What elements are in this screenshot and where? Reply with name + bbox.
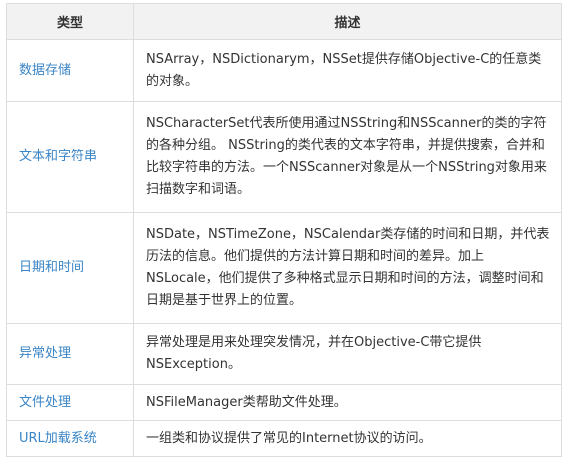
table-row: 文本和字符串 NSCharacterSet代表所使用通过NSString和NSS… xyxy=(6,101,562,213)
table-row: 数据存储 NSArray，NSDictionarym，NSSet提供存储Obje… xyxy=(6,39,562,102)
type-link[interactable]: 异常处理 xyxy=(6,323,134,385)
type-link[interactable]: 数据存储 xyxy=(6,39,134,102)
description-text: NSCharacterSet代表所使用通过NSString和NSScanner的… xyxy=(133,101,562,213)
description-text: NSDate，NSTimeZone，NSCalendar类存储的时间和日期，并代… xyxy=(133,212,562,324)
header-description: 描述 xyxy=(133,3,562,40)
description-text: NSFileManager类帮助文件处理。 xyxy=(133,384,562,421)
type-link[interactable]: 文本和字符串 xyxy=(6,101,134,213)
foundation-classes-table: 类型 描述 数据存储 NSArray，NSDictionarym，NSSet提供… xyxy=(6,3,562,457)
table-row: 异常处理 异常处理是用来处理突发情况，并在Objective-C带它提供NSEx… xyxy=(6,323,562,385)
description-text: 一组类和协议提供了常见的Internet协议的访问。 xyxy=(133,420,562,457)
header-type: 类型 xyxy=(6,3,134,40)
type-link[interactable]: 日期和时间 xyxy=(6,212,134,324)
table-row: 日期和时间 NSDate，NSTimeZone，NSCalendar类存储的时间… xyxy=(6,212,562,324)
description-text: 异常处理是用来处理突发情况，并在Objective-C带它提供NSExcepti… xyxy=(133,323,562,385)
type-link[interactable]: URL加载系统 xyxy=(6,420,134,457)
table-header-row: 类型 描述 xyxy=(6,3,562,40)
table-row: URL加载系统 一组类和协议提供了常见的Internet协议的访问。 xyxy=(6,420,562,457)
type-link[interactable]: 文件处理 xyxy=(6,384,134,421)
description-text: NSArray，NSDictionarym，NSSet提供存储Objective… xyxy=(133,39,562,102)
table-row: 文件处理 NSFileManager类帮助文件处理。 xyxy=(6,384,562,421)
